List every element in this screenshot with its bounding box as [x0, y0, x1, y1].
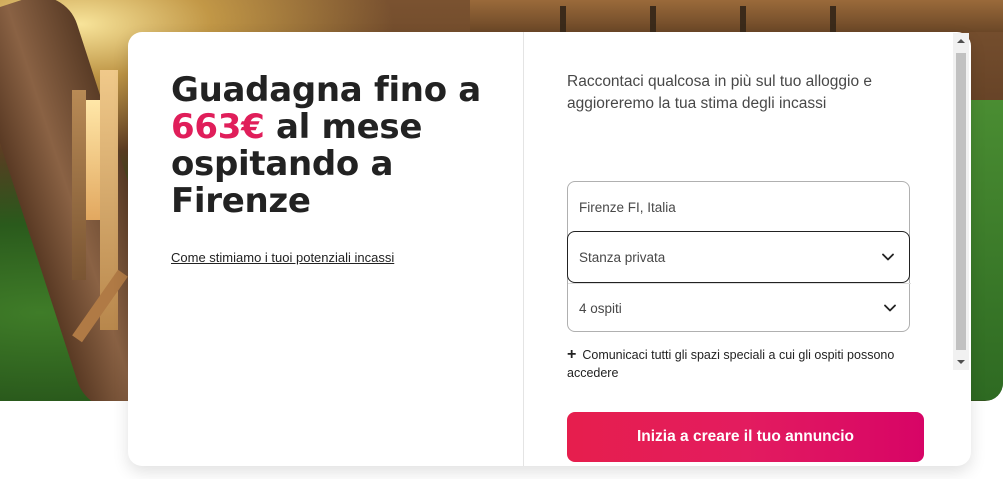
form-intro-text: Raccontaci qualcosa in più sul tuo allog… [567, 73, 873, 112]
deck-baluster [830, 6, 836, 32]
upper-deck [470, 0, 1003, 32]
guests-value: 4 ospiti [579, 300, 622, 316]
location-value: Firenze FI, Italia [579, 199, 676, 215]
headline-line2: al mese [264, 107, 423, 147]
plus-icon: + [567, 346, 577, 363]
chevron-down-icon [882, 253, 894, 261]
page-title: Guadagna fino a 663€ al mese ospitando a… [171, 72, 491, 220]
add-special-spaces-label: Comunicaci tutti gli spazi speciali a cu… [567, 348, 895, 380]
estimate-explanation-link[interactable]: Come stimiamo i tuoi potenziali incassi [171, 250, 394, 265]
guests-select[interactable]: 4 ospiti [568, 283, 911, 332]
headline-line3: ospitando a [171, 144, 394, 184]
scroll-up-arrow-icon[interactable] [953, 33, 969, 49]
earnings-card: Guadagna fino a 663€ al mese ospitando a… [128, 32, 971, 466]
headline-line1: Guadagna fino a [171, 70, 481, 110]
add-special-spaces-button[interactable]: + Comunicaci tutti gli spazi speciali a c… [567, 346, 897, 382]
headline-city: Firenze [171, 181, 311, 221]
listing-fields-group: Firenze FI, Italia Stanza privata 4 ospi… [567, 181, 911, 332]
listing-details-form: Raccontaci qualcosa in più sul tuo allog… [567, 71, 924, 462]
deck-baluster [650, 6, 656, 32]
room-type-value: Stanza privata [579, 249, 666, 265]
earnings-amount: 663€ [171, 107, 265, 147]
room-type-select[interactable]: Stanza privata [567, 231, 910, 283]
create-listing-button[interactable]: Inizia a creare il tuo annuncio [567, 412, 924, 462]
location-field[interactable]: Firenze FI, Italia [568, 182, 911, 232]
page-scrollbar[interactable] [953, 33, 969, 370]
earnings-summary: Guadagna fino a 663€ al mese ospitando a… [171, 72, 491, 267]
deck-baluster [560, 6, 566, 32]
deck-post [72, 90, 86, 280]
chevron-down-icon [884, 304, 896, 312]
scrollbar-thumb[interactable] [956, 53, 966, 350]
scroll-down-arrow-icon[interactable] [953, 354, 969, 370]
deck-baluster [740, 6, 746, 32]
column-divider [523, 32, 524, 466]
